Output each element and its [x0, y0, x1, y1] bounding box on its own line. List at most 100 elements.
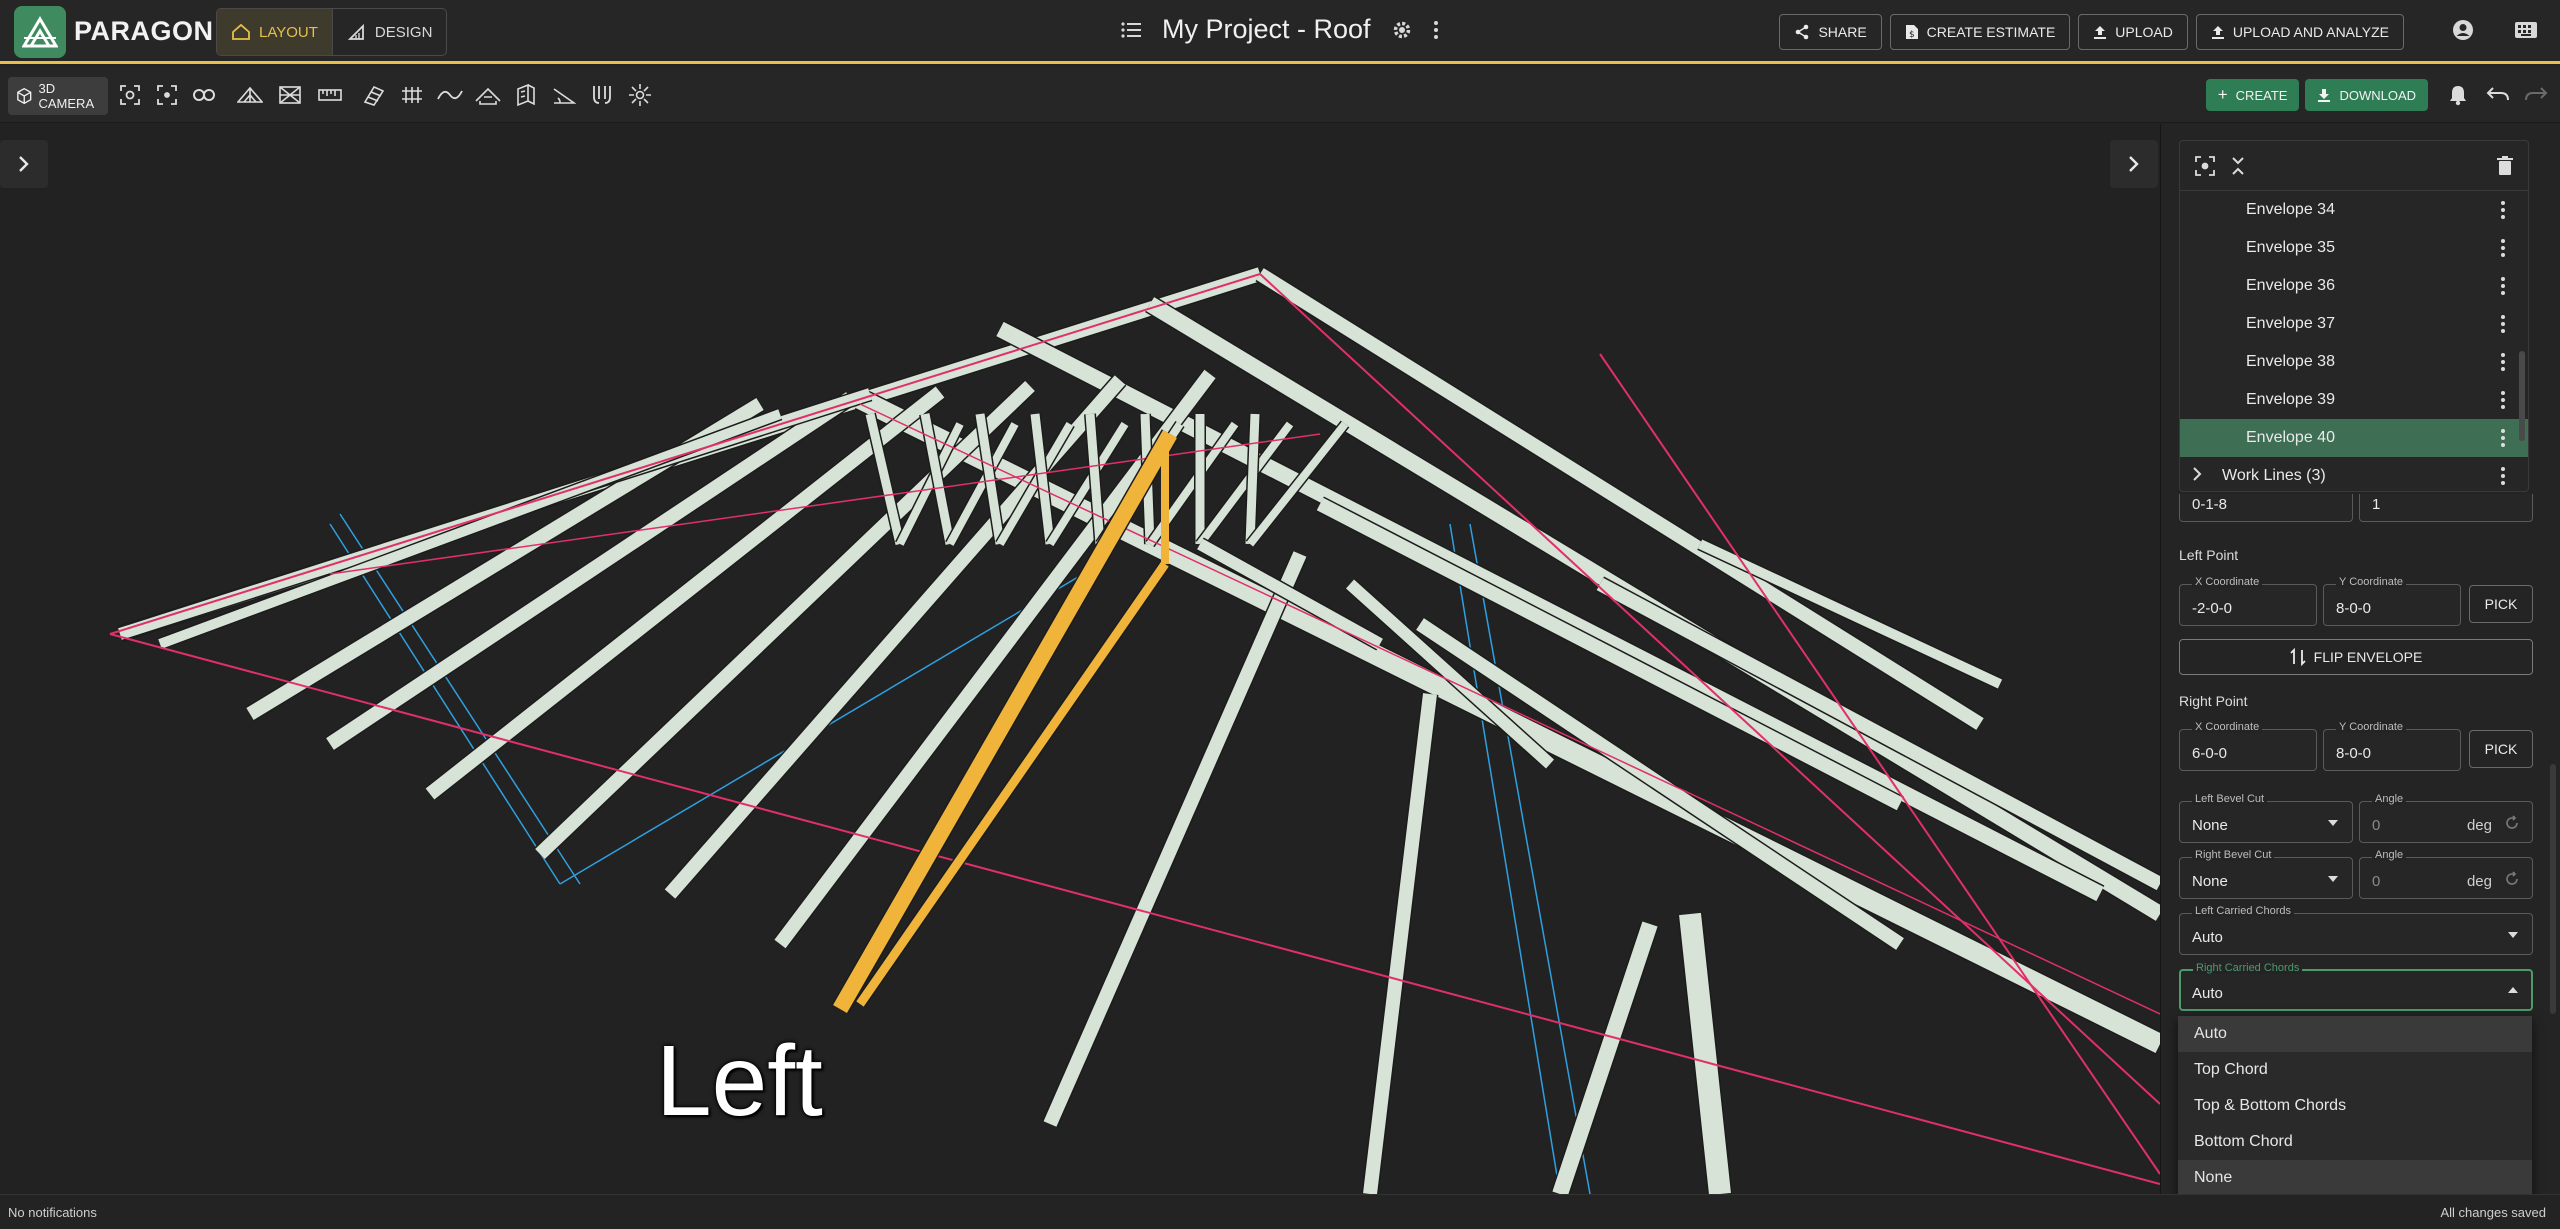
right-bevel-angle-field[interactable]: Angle 0 deg: [2359, 849, 2533, 899]
more-vertical-icon[interactable]: [2500, 238, 2506, 263]
list-icon[interactable]: [1120, 21, 1142, 39]
right-carried-chords-select[interactable]: Right Carried Chords Auto: [2179, 962, 2533, 1011]
frame-tool-icon[interactable]: [276, 81, 304, 109]
svg-text:$: $: [1909, 30, 1915, 40]
paragon-logo[interactable]: [14, 6, 66, 58]
left-y-coordinate-field[interactable]: Y Coordinate 8-0-0: [2323, 576, 2461, 626]
truss-member: [535, 380, 1035, 860]
tree-item-envelope[interactable]: Envelope 39: [2180, 381, 2528, 419]
tree-item-envelope[interactable]: Envelope 36: [2180, 267, 2528, 305]
status-bar: No notifications All changes saved: [0, 1194, 2560, 1229]
focus-selection-icon[interactable]: [2194, 155, 2216, 177]
chevron-right-icon[interactable]: [2192, 466, 2202, 487]
upload-and-analyze-button[interactable]: UPLOAD AND ANALYZE: [2195, 14, 2404, 50]
gear-icon[interactable]: [1391, 19, 1413, 41]
left-panel-toggle[interactable]: [0, 140, 48, 188]
3d-camera-button[interactable]: 3D CAMERA: [8, 77, 108, 115]
brand-name: PARAGON: [74, 16, 214, 46]
slope-tool-icon[interactable]: [550, 81, 578, 109]
explode-view-icon[interactable]: [626, 81, 654, 109]
share-icon: [1796, 24, 1809, 40]
ply-field[interactable]: 1: [2359, 494, 2533, 522]
left-bevel-angle-field[interactable]: Angle 0 deg: [2359, 793, 2533, 843]
right-bevel-cut-select[interactable]: Right Bevel Cut None: [2179, 849, 2353, 899]
hip-tool-icon[interactable]: [398, 81, 426, 109]
more-vertical-icon[interactable]: [2500, 314, 2506, 339]
layout-mode-button[interactable]: LAYOUT: [217, 9, 332, 55]
create-estimate-button[interactable]: $ CREATE ESTIMATE: [1889, 14, 2071, 50]
right-y-coordinate-field[interactable]: Y Coordinate 8-0-0: [2323, 721, 2461, 771]
left-x-coordinate-field[interactable]: X Coordinate -2-0-0: [2179, 576, 2317, 626]
zoom-fit-icon[interactable]: [116, 81, 144, 109]
top-bar: PARAGON LAYOUT DESIGN My Project - Roof …: [0, 0, 2560, 64]
panel-scrollbar[interactable]: [2550, 764, 2556, 1014]
tree-item-envelope[interactable]: Envelope 40: [2180, 419, 2528, 457]
truss-members: [117, 265, 2160, 1194]
tool-bar: 3D CAMERA + CREATE DOWNLOAD: [0, 67, 2560, 123]
more-vertical-icon[interactable]: [2500, 200, 2506, 225]
tree-group-work-lines[interactable]: Work Lines (3): [2180, 457, 2528, 491]
left-x-value: -2-0-0: [2192, 600, 2233, 617]
menu-option[interactable]: Auto: [2178, 1016, 2532, 1052]
design-mode-button[interactable]: DESIGN: [331, 9, 447, 55]
more-vertical-icon[interactable]: [1433, 20, 1439, 40]
roof-model-render[interactable]: [0, 124, 2160, 1194]
roof-plane-icon[interactable]: [474, 81, 502, 109]
more-vertical-icon[interactable]: [2500, 276, 2506, 301]
ruler-icon[interactable]: [316, 81, 344, 109]
undo-icon[interactable]: [2486, 86, 2510, 102]
left-carried-chords-select[interactable]: Left Carried Chords Auto: [2179, 905, 2533, 955]
create-button[interactable]: + CREATE: [2205, 79, 2300, 111]
upload-button[interactable]: UPLOAD: [2078, 14, 2188, 50]
left-point-pick-button[interactable]: PICK: [2469, 585, 2533, 623]
share-button[interactable]: SHARE: [1779, 14, 1882, 50]
account-circle-icon[interactable]: [2452, 19, 2474, 41]
sheathing-icon[interactable]: [360, 81, 388, 109]
trash-icon[interactable]: [2496, 155, 2514, 177]
wall-tool-icon[interactable]: [512, 81, 540, 109]
left-bevel-cut-select[interactable]: Left Bevel Cut None: [2179, 793, 2353, 843]
tree-item-envelope[interactable]: Envelope 38: [2180, 343, 2528, 381]
tree-item-envelope[interactable]: Envelope 34: [2180, 191, 2528, 229]
more-vertical-icon[interactable]: [2500, 390, 2506, 415]
collapse-all-icon[interactable]: [2230, 155, 2246, 177]
redo-icon[interactable]: [2524, 86, 2548, 102]
chevron-right-icon: [2129, 156, 2139, 172]
bell-icon[interactable]: [2448, 84, 2468, 106]
right-bevel-value: None: [2192, 873, 2228, 890]
tree-item-label: Envelope 40: [2246, 429, 2335, 446]
truss-tool-icon[interactable]: [236, 81, 264, 109]
tree-item-envelope[interactable]: Envelope 35: [2180, 229, 2528, 267]
right-point-pick-button[interactable]: PICK: [2469, 730, 2533, 768]
tree-scrollbar[interactable]: [2519, 351, 2525, 441]
reset-icon[interactable]: [2504, 871, 2520, 887]
view-orientation-label: Left: [656, 1025, 823, 1137]
more-vertical-icon[interactable]: [2500, 466, 2506, 491]
layout-mode-label: LAYOUT: [259, 23, 318, 41]
right-x-coordinate-field[interactable]: X Coordinate 6-0-0: [2179, 721, 2317, 771]
3d-viewport[interactable]: Left: [0, 124, 2160, 1194]
more-vertical-icon[interactable]: [2500, 428, 2506, 453]
notifications-status[interactable]: No notifications: [8, 1205, 97, 1220]
hanger-icon[interactable]: [588, 81, 616, 109]
link-icon[interactable]: [190, 81, 218, 109]
focus-selection-icon[interactable]: [153, 81, 181, 109]
create-estimate-label: CREATE ESTIMATE: [1926, 24, 2056, 40]
length-field[interactable]: 0-1-8: [2179, 494, 2353, 522]
menu-option[interactable]: Bottom Chord: [2178, 1124, 2532, 1160]
project-title[interactable]: My Project - Roof: [1162, 14, 1371, 45]
right-panel-toggle[interactable]: [2110, 140, 2158, 188]
curve-tool-icon[interactable]: [436, 81, 464, 109]
download-button[interactable]: DOWNLOAD: [2305, 79, 2428, 111]
menu-option[interactable]: Top & Bottom Chords: [2178, 1088, 2532, 1124]
flip-envelope-button[interactable]: FLIP ENVELOPE: [2179, 639, 2533, 675]
menu-option[interactable]: Top Chord: [2178, 1052, 2532, 1088]
tree-item-envelope[interactable]: Envelope 37: [2180, 305, 2528, 343]
tree-item-label: Envelope 35: [2246, 239, 2335, 256]
menu-option[interactable]: None: [2178, 1160, 2532, 1196]
truss-member: [1245, 413, 1260, 545]
more-vertical-icon[interactable]: [2500, 352, 2506, 377]
left-point-title: Left Point: [2179, 547, 2239, 563]
reset-icon[interactable]: [2504, 815, 2520, 831]
keyboard-icon[interactable]: [2514, 20, 2538, 40]
